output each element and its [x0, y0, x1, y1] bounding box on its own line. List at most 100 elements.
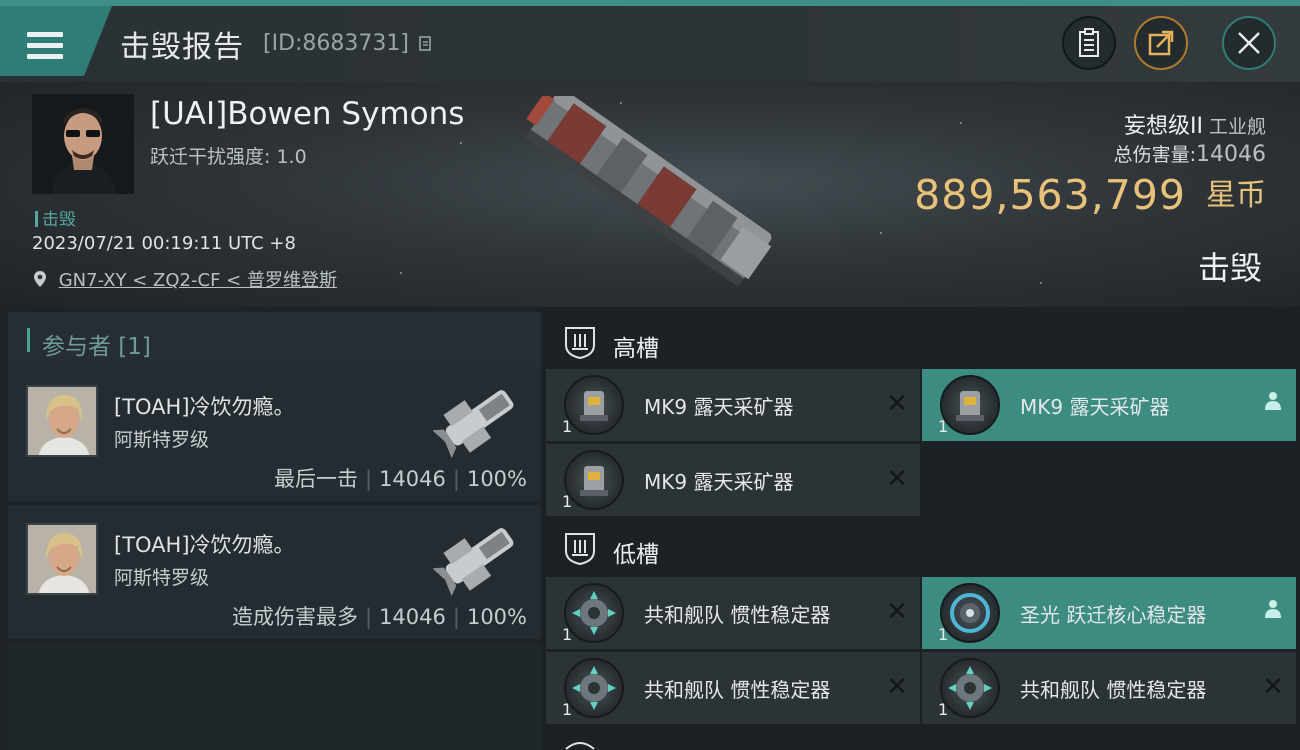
report-id[interactable]: [ID:8683731] [263, 31, 434, 56]
module-name: MK9 露天采矿器 [1020, 395, 1170, 419]
destroyed-icon: ✕ [886, 389, 908, 419]
module-item[interactable]: 1 共和舰队 惯性稳定器 ✕ [546, 577, 920, 649]
isk-unit: 星币 [1206, 178, 1266, 213]
victim-ship-image[interactable] [510, 96, 800, 296]
module-name: 圣光 跃迁核心稳定器 [1020, 603, 1207, 627]
participants-panel: 参与者 [1] [TOAH]冷饮勿瘾。 阿斯特罗级 最后一击 | 14046 |… [0, 307, 541, 750]
participant-avatar[interactable] [26, 385, 98, 457]
report-id-text: [ID:8683731] [263, 31, 409, 56]
mining-laser-icon [940, 375, 1000, 435]
module-name: 共和舰队 惯性稳定器 [1020, 678, 1207, 702]
module-name: MK9 露天采矿器 [644, 395, 794, 419]
participant-name[interactable]: [TOAH]冷饮勿瘾。 [114, 391, 295, 421]
module-name: MK9 露天采矿器 [644, 470, 794, 494]
kill-tag: 击毁 [35, 205, 76, 230]
participant-ship-image[interactable] [433, 373, 525, 461]
victim-banner: [UAI]Bowen Symons 跃迁干扰强度: 1.0 击毁 2023/07… [0, 82, 1300, 307]
module-item[interactable]: 1 MK9 露天采矿器 ✕ [546, 444, 920, 516]
top-bar: 击毁报告 [ID:8683731] [0, 0, 1300, 82]
isk-amount: 889,563,799 [914, 171, 1186, 219]
participant-ship: 阿斯特罗级 [114, 567, 210, 589]
participant-stats: 造成伤害最多 | 14046 | 100% [231, 605, 527, 629]
clipboard-icon [1079, 28, 1099, 57]
copy-icon[interactable] [418, 34, 434, 52]
victim-name[interactable]: [UAI]Bowen Symons [150, 96, 464, 132]
participants-header: 参与者 [1] [8, 312, 541, 367]
victim-ship-type: 妄想级II 工业舰 [1124, 108, 1266, 140]
total-damage-label: 总伤害量: [1113, 144, 1196, 166]
location-text[interactable]: GN7-XY < ZQ2-CF < 普罗维登斯 [59, 270, 337, 291]
location-pin-icon [34, 271, 46, 287]
page-title: 击毁报告 [120, 30, 244, 65]
participant-damage: 14046 [379, 467, 446, 491]
participant-ship-image[interactable] [433, 511, 525, 599]
destroyed-icon: ✕ [886, 597, 908, 627]
high-slot-label: 高槽 [613, 336, 659, 362]
module-quantity: 1 [562, 625, 573, 644]
mining-laser-icon [564, 450, 624, 510]
share-button[interactable] [1134, 16, 1188, 70]
module-quantity: 1 [938, 700, 949, 719]
destroyed-icon: ✕ [1262, 672, 1284, 702]
participant-row[interactable]: [TOAH]冷饮勿瘾。 阿斯特罗级 最后一击 | 14046 | 100% [8, 367, 541, 501]
module-item[interactable]: 1 MK9 露天采矿器 ✕ [546, 369, 920, 441]
warp-disruption-strength: 跃迁干扰强度: 1.0 [150, 146, 307, 168]
participant-role: 造成伤害最多 [231, 605, 358, 629]
destroyed-icon: ✕ [886, 464, 908, 494]
low-slot-label: 低槽 [613, 542, 659, 568]
inertial-stabilizer-icon [940, 658, 1000, 718]
share-icon [1148, 30, 1174, 56]
clipboard-button[interactable] [1062, 16, 1116, 70]
destroyed-icon: ✕ [886, 672, 908, 702]
participant-percent: 100% [466, 467, 527, 491]
menu-icon [27, 32, 63, 60]
isk-value: 889,563,799 星币 [914, 170, 1266, 219]
person-icon [1265, 392, 1281, 410]
module-item[interactable]: 1 圣光 跃迁核心稳定器 [922, 577, 1296, 649]
module-quantity: 1 [562, 417, 573, 436]
participant-damage: 14046 [379, 605, 446, 629]
module-item[interactable]: 1 MK9 露天采矿器 [922, 369, 1296, 441]
total-damage: 总伤害量:14046 [1114, 140, 1266, 167]
victim-avatar[interactable] [32, 94, 134, 194]
module-quantity: 1 [562, 492, 573, 511]
participants-title: 参与者 [1] [42, 334, 151, 360]
close-button[interactable] [1222, 16, 1276, 70]
kill-tag-text: 击毁 [42, 210, 76, 230]
inertial-stabilizer-icon [564, 658, 624, 718]
kill-status: 击毁 [1197, 249, 1262, 287]
shield-slot-icon [565, 533, 595, 565]
module-quantity: 1 [938, 417, 949, 436]
participant-ship: 阿斯特罗级 [114, 429, 210, 451]
module-name: 共和舰队 惯性稳定器 [644, 603, 831, 627]
kill-location[interactable]: GN7-XY < ZQ2-CF < 普罗维登斯 [33, 266, 337, 292]
participant-stats: 最后一击 | 14046 | 100% [273, 467, 527, 491]
module-quantity: 1 [938, 625, 949, 644]
person-icon [1265, 600, 1281, 618]
close-icon [1238, 32, 1260, 54]
fitting-panel: 高槽 1 MK9 露天采矿器 ✕ 1 MK9 露天采矿器 1 MK9 露天采矿器… [541, 307, 1300, 750]
module-item[interactable]: 1 共和舰队 惯性稳定器 ✕ [922, 652, 1296, 724]
participant-row[interactable]: [TOAH]冷饮勿瘾。 阿斯特罗级 造成伤害最多 | 14046 | 100% [8, 505, 541, 639]
shield-slot-icon [565, 327, 595, 359]
participant-role: 最后一击 [273, 467, 358, 491]
participant-avatar[interactable] [26, 523, 98, 595]
participant-name[interactable]: [TOAH]冷饮勿瘾。 [114, 529, 295, 559]
header-accent-line [0, 0, 1300, 6]
module-item[interactable]: 1 共和舰队 惯性稳定器 ✕ [546, 652, 920, 724]
module-quantity: 1 [562, 700, 573, 719]
total-damage-value: 14046 [1196, 142, 1266, 167]
module-name: 共和舰队 惯性稳定器 [644, 678, 831, 702]
shield-slot-icon [565, 742, 595, 750]
kill-timestamp: 2023/07/21 00:19:11 UTC +8 [32, 233, 296, 254]
victim-ship-class: 工业舰 [1208, 116, 1266, 138]
mining-laser-icon [564, 375, 624, 435]
participants-empty-area [8, 644, 541, 750]
victim-ship-name: 妄想级II [1124, 114, 1203, 139]
high-slot-header: 高槽 [541, 311, 1300, 369]
menu-button[interactable] [0, 6, 112, 76]
low-slot-header: 低槽 [541, 517, 1300, 575]
participant-percent: 100% [466, 605, 527, 629]
warp-core-stabilizer-icon [940, 583, 1000, 643]
inertial-stabilizer-icon [564, 583, 624, 643]
